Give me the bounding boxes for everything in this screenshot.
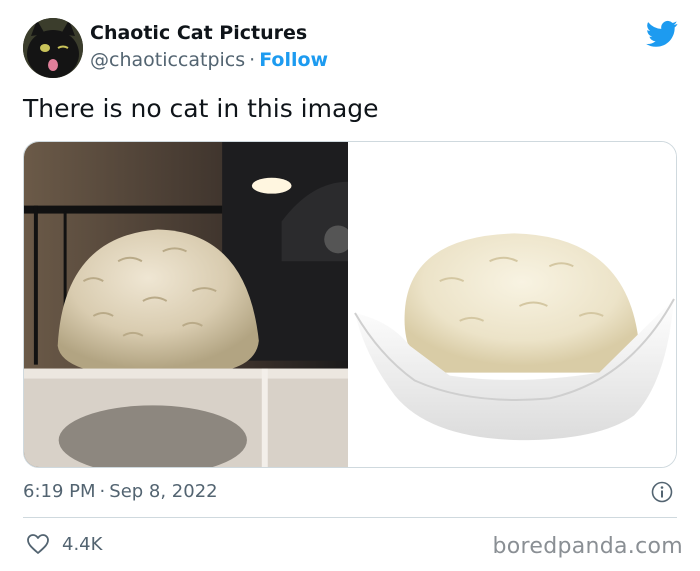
tweet-date: Sep 8, 2022 (109, 481, 218, 502)
fluffy-cat-back-photo[interactable] (24, 142, 350, 467)
author-handle[interactable]: @chaoticcatpics (90, 49, 245, 71)
tweet-text: There is no cat in this image (23, 94, 379, 123)
tweet-time: 6:19 PM (23, 481, 96, 502)
handle-separator: · (249, 49, 256, 71)
like-count: 4.4K (62, 533, 103, 555)
watermark: boredpanda.com (492, 534, 683, 559)
fluffy-cat-back-image (24, 142, 348, 467)
ice-cream-scoop-photo[interactable] (350, 142, 676, 467)
twitter-bird-icon (646, 20, 678, 47)
author-name[interactable]: Chaotic Cat Pictures (90, 22, 307, 44)
heart-icon (27, 534, 49, 554)
divider (23, 517, 677, 518)
avatar-cat-image (23, 18, 83, 78)
tweet-media[interactable] (23, 141, 677, 468)
info-icon[interactable] (651, 481, 673, 503)
ice-cream-scoop-image (350, 142, 676, 467)
tweet-timestamp[interactable]: 6:19 PM · Sep 8, 2022 (23, 481, 218, 502)
meta-separator: · (99, 481, 106, 502)
avatar[interactable] (23, 18, 83, 78)
follow-button[interactable]: Follow (259, 49, 328, 71)
author-handle-row: @chaoticcatpics · Follow (90, 49, 328, 71)
like-button[interactable]: 4.4K (26, 533, 102, 555)
